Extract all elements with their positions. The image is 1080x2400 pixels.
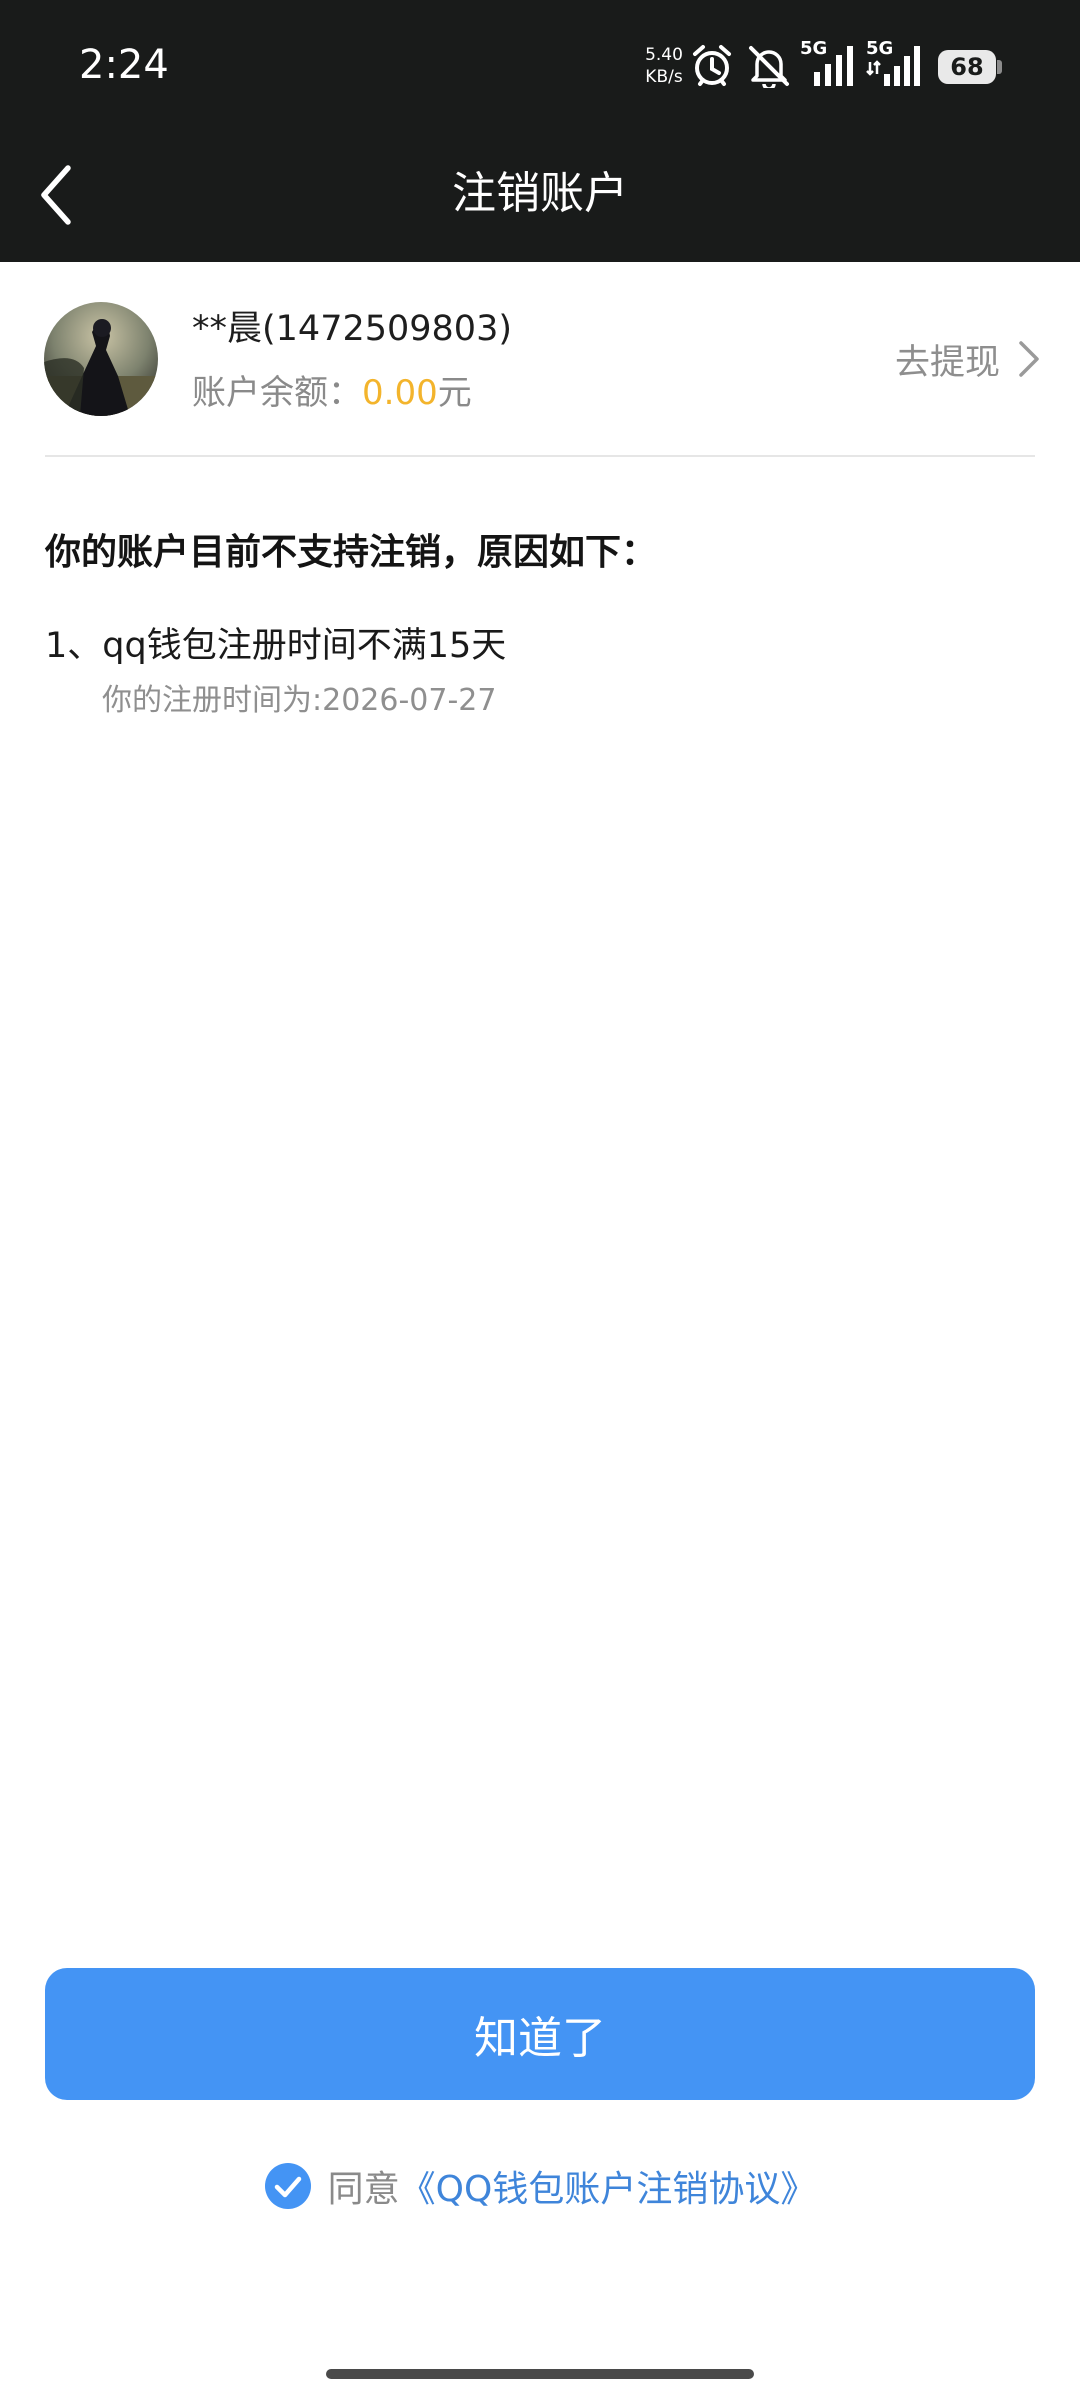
balance-unit: 元 xyxy=(437,373,472,413)
checkbox-checked-icon[interactable] xyxy=(264,2162,312,2210)
network-speed: 5.40 KB/s xyxy=(636,44,692,88)
network-speed-unit: KB/s xyxy=(645,67,683,87)
agreement-link[interactable]: 《QQ钱包账户注销协议》 xyxy=(400,2160,817,2212)
notifications-muted-icon xyxy=(749,46,789,88)
withdraw-link[interactable]: 去提现 xyxy=(895,334,1040,384)
account-balance: 账户余额：0.00元 xyxy=(192,368,472,418)
alarm-icon xyxy=(693,45,731,86)
agreement-row: 同意 《QQ钱包账户注销协议》 xyxy=(0,2158,1080,2214)
network-speed-value: 5.40 xyxy=(645,45,683,65)
status-time: 2:24 xyxy=(79,42,169,88)
notice-heading: 你的账户目前不支持注销，原因如下： xyxy=(45,532,658,573)
page-title: 注销账户 xyxy=(452,168,628,219)
signal-icon xyxy=(814,46,853,86)
battery-nub xyxy=(997,60,1002,74)
agreement-prefix: 同意 xyxy=(327,2169,400,2210)
home-indicator[interactable] xyxy=(326,2369,754,2379)
confirm-button[interactable]: 知道了 xyxy=(45,1968,1035,2100)
battery-icon: 68 xyxy=(938,50,1002,84)
signal-icon xyxy=(866,46,920,86)
balance-amount: 0.00 xyxy=(362,373,438,413)
app-header: 2:24 5.40 KB/s 5G 5G 68 注销账户 xyxy=(0,0,1080,262)
divider xyxy=(45,455,1035,457)
battery-level: 68 xyxy=(950,53,984,81)
withdraw-label: 去提现 xyxy=(894,342,1000,383)
balance-label: 账户余额： xyxy=(192,373,362,413)
avatar xyxy=(44,302,158,416)
reason-title: 1、qq钱包注册时间不满15天 xyxy=(45,626,507,666)
chevron-right-icon xyxy=(1019,341,1039,377)
account-name: **晨(1472509803) xyxy=(192,309,512,349)
reason-detail: 你的注册时间为:2026-07-27 xyxy=(102,683,497,718)
